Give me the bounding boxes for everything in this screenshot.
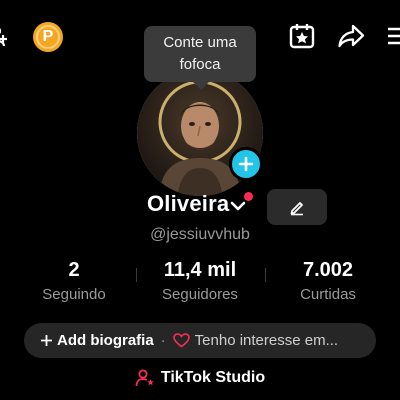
notification-dot bbox=[244, 192, 253, 201]
bio-pill: Add biografia · Tenho interesse em... bbox=[24, 323, 376, 358]
stat-followers[interactable]: 11,4 mil Seguidores bbox=[142, 258, 258, 306]
plus-icon bbox=[41, 335, 52, 346]
followers-count: 11,4 mil bbox=[163, 259, 237, 281]
stat-divider bbox=[265, 268, 266, 282]
stat-likes[interactable]: 7.002 Curtidas bbox=[280, 258, 376, 306]
following-label: Seguindo bbox=[42, 286, 106, 303]
add-bio-button[interactable]: Add biografia bbox=[40, 332, 154, 349]
display-name: Oliveira bbox=[147, 191, 230, 216]
edit-profile-button[interactable] bbox=[267, 189, 327, 225]
followers-label: Seguidores bbox=[162, 286, 238, 303]
studio-label: TikTok Studio bbox=[160, 369, 266, 386]
likes-count: 7.002 bbox=[302, 259, 354, 281]
tooltip-line-1: Conte uma bbox=[163, 34, 237, 51]
promote-badge[interactable]: P bbox=[33, 22, 63, 52]
menu-icon[interactable] bbox=[386, 22, 400, 50]
tiktok-studio-link[interactable]: TikTok Studio bbox=[0, 369, 400, 387]
share-icon[interactable] bbox=[337, 22, 365, 50]
username: @jessiuvvhub bbox=[150, 226, 250, 243]
pencil-icon bbox=[290, 202, 303, 216]
calendar-star-icon[interactable] bbox=[288, 22, 316, 50]
likes-label: Curtidas bbox=[300, 286, 356, 303]
add-user-icon[interactable] bbox=[0, 24, 14, 48]
tooltip-tail bbox=[192, 81, 210, 90]
stat-divider bbox=[136, 268, 137, 282]
promote-badge-letter: P bbox=[36, 25, 60, 49]
following-count: 2 bbox=[68, 259, 80, 281]
plus-icon bbox=[238, 156, 254, 172]
stat-following[interactable]: 2 Seguindo bbox=[24, 258, 124, 306]
interests-button[interactable]: Tenho interesse em... bbox=[172, 332, 339, 349]
studio-user-icon bbox=[135, 369, 154, 387]
heart-icon bbox=[172, 333, 190, 348]
interests-label: Tenho interesse em... bbox=[194, 332, 339, 349]
add-bio-label: Add biografia bbox=[57, 332, 154, 349]
tooltip-line-2: fofoca bbox=[179, 56, 221, 73]
bio-separator: · bbox=[160, 332, 166, 349]
chevron-down-icon[interactable] bbox=[230, 199, 246, 213]
add-photo-button[interactable] bbox=[229, 147, 263, 181]
tooltip[interactable]: Conte uma fofoca bbox=[144, 26, 256, 82]
